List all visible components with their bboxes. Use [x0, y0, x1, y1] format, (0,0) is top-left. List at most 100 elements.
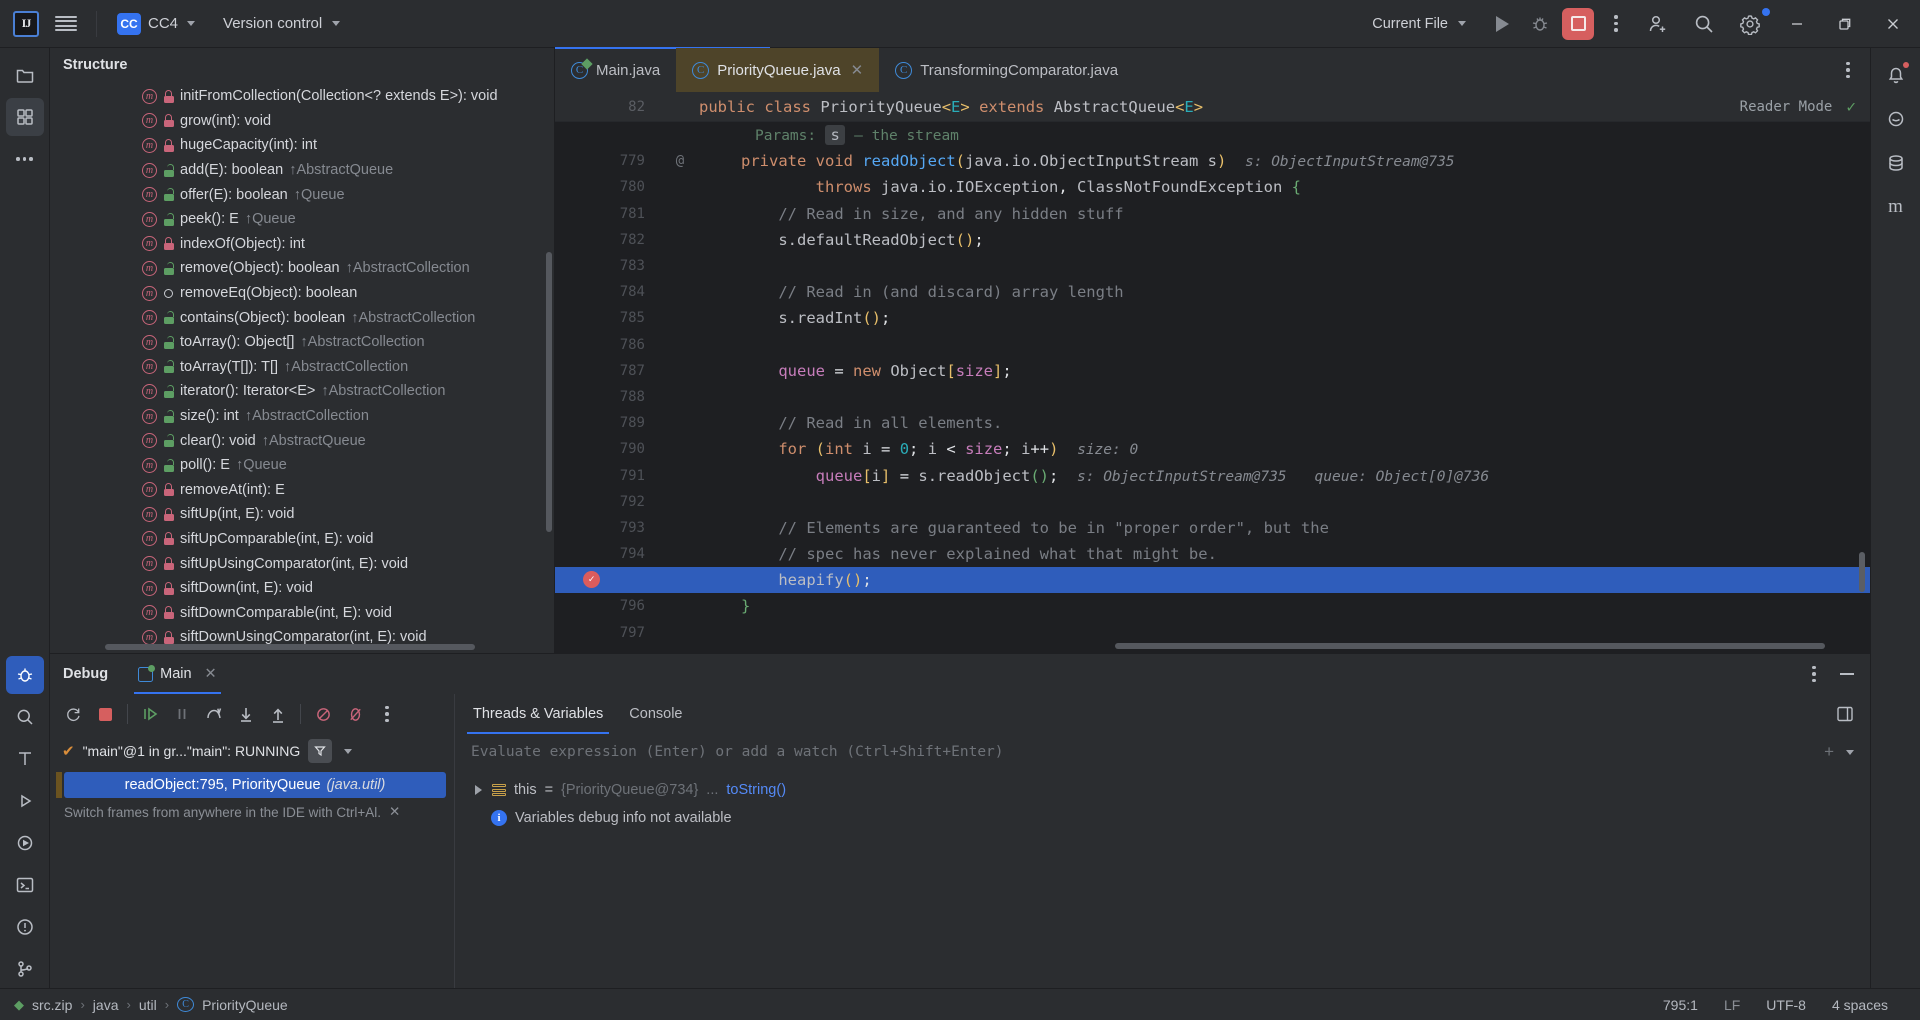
structure-item[interactable]: m siftDown(int, E): void	[50, 576, 554, 601]
thread-selector[interactable]: ✔ "main"@1 in gr..."main": RUNNING	[50, 734, 454, 768]
more-actions-icon[interactable]	[1804, 665, 1824, 683]
database-icon[interactable]	[1877, 144, 1915, 182]
hamburger-menu-icon[interactable]	[48, 6, 84, 42]
version-control-selector[interactable]: Version control	[213, 11, 350, 36]
line-separator[interactable]: LF	[1724, 997, 1740, 1013]
run-icon[interactable]	[1484, 6, 1520, 42]
structure-item[interactable]: m grow(int): void	[50, 109, 554, 134]
structure-item[interactable]: m removeEq(Object): boolean	[50, 281, 554, 306]
breadcrumb-item[interactable]: src.zip	[32, 997, 72, 1013]
structure-item[interactable]: m add(E): boolean ↑AbstractQueue	[50, 158, 554, 183]
breadcrumb-item[interactable]: util	[139, 997, 157, 1013]
structure-item[interactable]: m offer(E): boolean ↑Queue	[50, 182, 554, 207]
structure-item[interactable]: m toArray(): Object[] ↑AbstractCollection	[50, 330, 554, 355]
structure-tool-icon[interactable]	[5, 98, 44, 136]
more-actions-icon[interactable]	[1598, 6, 1634, 42]
frame-item-selected[interactable]: readObject:795, PriorityQueue (java.util…	[56, 772, 446, 798]
inspections-ok-icon[interactable]: ✓	[1846, 97, 1856, 116]
reader-mode-indicator[interactable]: Reader Mode ✓	[1740, 97, 1870, 116]
editor-tab-priorityqueue[interactable]: C PriorityQueue.java ✕	[676, 48, 880, 92]
filter-icon[interactable]	[308, 739, 333, 763]
structure-item[interactable]: m hugeCapacity(int): int	[50, 133, 554, 158]
tab-console[interactable]: Console	[629, 694, 682, 734]
stop-icon[interactable]	[90, 699, 120, 729]
maven-icon[interactable]: m	[1877, 188, 1915, 226]
more-icon[interactable]	[372, 699, 402, 729]
variable-tostring-link[interactable]: toString()	[726, 782, 786, 798]
add-watch-icon[interactable]: +	[1824, 742, 1834, 762]
breadcrumb-item[interactable]: java	[93, 997, 119, 1013]
layout-icon[interactable]	[1836, 705, 1854, 723]
problems-tool-icon[interactable]	[6, 908, 44, 946]
caret-position[interactable]: 795:1	[1663, 997, 1698, 1013]
terminal-tool-icon[interactable]	[6, 866, 44, 904]
pause-icon[interactable]	[167, 699, 197, 729]
structure-item[interactable]: m poll(): E ↑Queue	[50, 453, 554, 478]
expand-arrow-icon[interactable]	[475, 785, 482, 795]
debug-session-tab[interactable]: Main ✕	[134, 654, 221, 694]
file-encoding[interactable]: UTF-8	[1766, 997, 1806, 1013]
ai-assistant-icon[interactable]	[1877, 100, 1915, 138]
more-tool-windows-icon[interactable]	[6, 140, 44, 178]
chevron-down-icon[interactable]	[1846, 749, 1854, 755]
step-out-icon[interactable]	[263, 699, 293, 729]
editor-tab-main[interactable]: C Main.java	[555, 48, 676, 92]
maximize-icon[interactable]	[1822, 1, 1868, 47]
rerun-icon[interactable]	[58, 699, 88, 729]
find-tool-icon[interactable]	[6, 698, 44, 736]
close-icon[interactable]: ✕	[389, 804, 400, 820]
notifications-icon[interactable]	[1877, 56, 1915, 94]
indent-setting[interactable]: 4 spaces	[1832, 997, 1888, 1013]
search-everywhere-icon[interactable]	[1682, 6, 1726, 42]
minimize-icon[interactable]	[1840, 673, 1854, 675]
structure-item[interactable]: m siftUpComparable(int, E): void	[50, 527, 554, 552]
stop-button[interactable]	[1560, 6, 1596, 42]
run-configuration-selector[interactable]: Current File	[1362, 11, 1476, 37]
tab-threads-variables[interactable]: Threads & Variables	[467, 694, 610, 734]
variable-row-this[interactable]: this = {PriorityQueue@734} ... toString(…	[469, 776, 1870, 804]
step-into-icon[interactable]	[231, 699, 261, 729]
structure-item[interactable]: m size(): int ↑AbstractCollection	[50, 404, 554, 429]
debug-icon[interactable]	[1522, 6, 1558, 42]
view-breakpoints-icon[interactable]	[340, 699, 370, 729]
breakpoint-icon[interactable]: ✓	[583, 571, 600, 589]
structure-item[interactable]: m removeAt(int): E	[50, 478, 554, 503]
minimize-icon[interactable]	[1774, 1, 1820, 47]
editor-vertical-scrollbar[interactable]	[1859, 552, 1865, 592]
structure-vertical-scrollbar[interactable]	[546, 252, 552, 532]
structure-item[interactable]: m siftDownComparable(int, E): void	[50, 600, 554, 625]
structure-item[interactable]: m peek(): E ↑Queue	[50, 207, 554, 232]
structure-item[interactable]: m siftUpUsingComparator(int, E): void	[50, 551, 554, 576]
structure-item[interactable]: m siftUp(int, E): void	[50, 502, 554, 527]
settings-gear-icon[interactable]	[1728, 6, 1772, 42]
more-actions-icon[interactable]	[1838, 61, 1858, 79]
run-tool-icon[interactable]	[6, 782, 44, 820]
close-icon[interactable]: ✕	[205, 666, 217, 682]
structure-item[interactable]: m iterator(): Iterator<E> ↑AbstractCollect…	[50, 379, 554, 404]
structure-horizontal-scrollbar[interactable]	[105, 644, 475, 650]
step-over-icon[interactable]	[199, 699, 229, 729]
breadcrumb-item[interactable]: PriorityQueue	[202, 997, 288, 1013]
editor-tab-transformingcomparator[interactable]: C TransformingComparator.java	[879, 48, 1134, 92]
debug-tool-icon[interactable]	[5, 656, 44, 694]
project-tool-icon[interactable]	[6, 56, 44, 94]
mute-breakpoints-icon[interactable]	[308, 699, 338, 729]
structure-item[interactable]: m remove(Object): boolean ↑AbstractCollect…	[50, 256, 554, 281]
structure-item[interactable]: m clear(): void ↑AbstractQueue	[50, 428, 554, 453]
annotation-gutter-icon[interactable]: @	[659, 153, 701, 169]
structure-item[interactable]: m indexOf(Object): int	[50, 232, 554, 257]
code-editor[interactable]: Params: s — the stream 779 @ private voi…	[555, 122, 1870, 653]
structure-item[interactable]: m toArray(T[]): T[] ↑AbstractCollection	[50, 355, 554, 380]
chevron-down-icon[interactable]	[344, 748, 353, 754]
structure-item[interactable]: m initFromCollection(Collection<? extends…	[50, 84, 554, 109]
add-account-icon[interactable]	[1636, 6, 1680, 42]
editor-horizontal-scrollbar[interactable]	[1115, 643, 1825, 649]
project-selector[interactable]: CC CC4	[109, 9, 203, 39]
evaluate-expression-bar[interactable]: Evaluate expression (Enter) or add a wat…	[455, 734, 1870, 770]
structure-item[interactable]: m contains(Object): boolean ↑AbstractColle…	[50, 305, 554, 330]
close-icon[interactable]: ✕	[851, 61, 864, 79]
close-icon[interactable]	[1870, 1, 1916, 47]
git-tool-icon[interactable]	[6, 950, 44, 988]
structure-outline-icon[interactable]	[6, 740, 44, 778]
resume-icon[interactable]	[135, 699, 165, 729]
